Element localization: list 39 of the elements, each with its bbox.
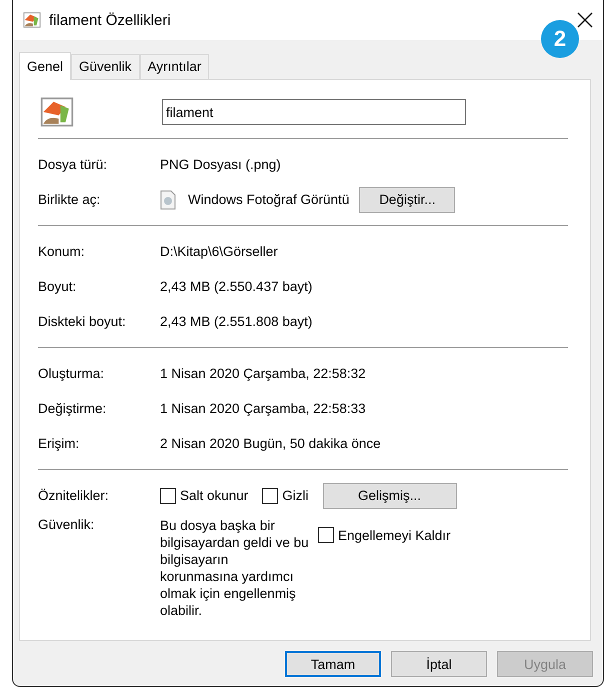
field-label: Değiştirme: [38,401,108,416]
change-button[interactable]: Değiştir... [359,186,456,212]
advanced-button[interactable]: Gelişmiş... [322,482,457,508]
app-icon [160,190,176,210]
tab[interactable]: Güvenlik [71,54,140,79]
image-file-icon [23,11,41,29]
tab[interactable]: Ayrıntılar [140,54,210,79]
field-label: Erişim: [38,436,80,451]
field-label: Öznitelikler: [38,488,110,503]
checkbox[interactable] [160,488,176,504]
security-message: Bu dosya başka bir bilgisayardan geldi ve bu bilgisayarın korunmasına yardımcı olmak için engellenmiş olabilir. [160,517,310,619]
field-value: Windows Fotoğraf Görüntü [188,192,350,207]
field-value: 2,43 MB (2.551.808 bayt) [160,314,312,329]
field-value: PNG Dosyası (.png) [160,157,281,172]
field-value: 2,43 MB (2.550.437 bayt) [160,279,312,294]
field-label: Dosya türü: [38,157,108,172]
image-file-icon [40,95,74,129]
field-value: 1 Nisan 2020 Çarşamba, 22:58:32 [160,366,366,381]
close-icon[interactable] [577,12,593,28]
checkbox[interactable] [262,488,278,504]
number-badge: 2 [541,20,579,58]
field-value: D:\Kitap\6\Görseller [160,244,278,259]
field-value: 2 Nisan 2020 Bugün, 50 dakika önce [160,436,381,451]
field-label: Boyut: [38,279,78,294]
dialog-button[interactable]: Tamam [285,651,381,677]
checkbox-label: Salt okunur [180,488,248,503]
dialog-button[interactable]: İptal [391,651,487,677]
field-label: Konum: [38,244,86,259]
tab[interactable]: Genel [19,52,72,80]
field-value: 1 Nisan 2020 Çarşamba, 22:58:33 [160,401,366,416]
window-title: filament Özellikleri [49,12,171,28]
checkbox-label: Engellemeyi Kaldır [338,528,451,542]
field-label: Güvenlik: [38,517,96,532]
field-label: Birlikte aç: [38,192,102,207]
checkbox-label: Gizli [282,488,309,503]
field-label: Oluşturma: [38,366,106,381]
file-name-field[interactable]: filament [162,99,466,125]
checkbox[interactable] [318,527,334,543]
field-label: Diskteki boyut: [38,314,127,329]
